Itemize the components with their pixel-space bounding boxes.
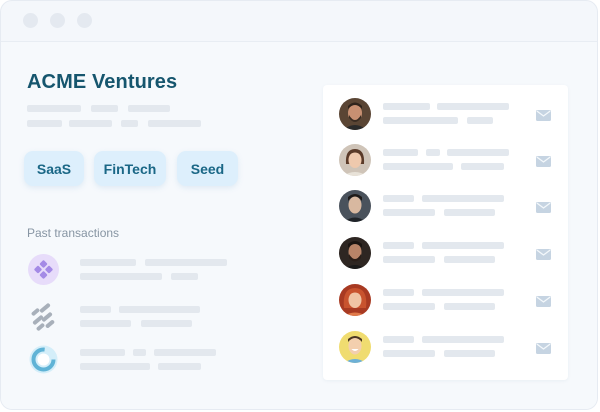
text-placeholder xyxy=(444,350,495,357)
contact-row[interactable] xyxy=(323,278,568,322)
text-placeholder xyxy=(383,195,414,202)
tag-fintech[interactable]: FinTech xyxy=(94,151,166,186)
app-window: ACME Ventures SaaS FinTech Seed Past tra… xyxy=(0,0,598,410)
tag-label: SaaS xyxy=(36,160,72,177)
text-placeholder xyxy=(383,336,414,343)
text-placeholder xyxy=(80,320,131,327)
company-name: ACME Ventures xyxy=(27,71,178,93)
text-placeholder xyxy=(383,289,414,296)
text-placeholder xyxy=(148,120,201,127)
text-placeholder xyxy=(383,256,435,263)
avatar-woman-bob xyxy=(339,144,371,176)
mail-icon[interactable] xyxy=(536,247,551,260)
mail-icon[interactable] xyxy=(536,294,551,307)
avatar-woman-red-hair xyxy=(339,284,371,316)
tag-label: Seed xyxy=(190,160,225,177)
text-placeholder xyxy=(422,195,504,202)
text-placeholder xyxy=(383,103,430,110)
avatar-man-beard-2 xyxy=(339,237,371,269)
text-placeholder xyxy=(145,259,227,266)
text-placeholder xyxy=(141,320,192,327)
text-placeholder xyxy=(444,256,495,263)
text-placeholder xyxy=(154,349,216,356)
text-placeholder xyxy=(444,209,495,216)
avatar-man-beard xyxy=(339,98,371,130)
text-placeholder xyxy=(80,363,150,370)
text-placeholder xyxy=(80,273,162,280)
grid-stripes-logo xyxy=(28,301,59,332)
tag-saas[interactable]: SaaS xyxy=(24,151,84,186)
close-dot[interactable] xyxy=(23,13,38,28)
contact-row[interactable] xyxy=(323,138,568,182)
mail-icon[interactable] xyxy=(536,341,551,354)
text-placeholder xyxy=(80,259,136,266)
tag-label: FinTech xyxy=(103,160,157,177)
text-placeholder xyxy=(119,306,200,313)
text-placeholder xyxy=(383,303,435,310)
text-placeholder xyxy=(467,117,493,124)
text-placeholder xyxy=(383,149,418,156)
text-placeholder xyxy=(426,149,440,156)
text-placeholder xyxy=(80,306,111,313)
text-placeholder xyxy=(133,349,146,356)
text-placeholder xyxy=(383,117,458,124)
mail-icon[interactable] xyxy=(536,108,551,121)
text-placeholder xyxy=(461,163,504,170)
contact-row[interactable] xyxy=(323,325,568,369)
text-placeholder xyxy=(383,209,435,216)
text-placeholder xyxy=(383,350,435,357)
contact-row[interactable] xyxy=(323,231,568,275)
text-placeholder xyxy=(91,105,118,112)
ring-logo xyxy=(28,344,59,375)
past-transactions-label: Past transactions xyxy=(27,226,120,240)
text-placeholder xyxy=(422,242,504,249)
text-placeholder xyxy=(447,149,509,156)
text-placeholder xyxy=(422,289,504,296)
text-placeholder xyxy=(121,120,138,127)
text-placeholder xyxy=(171,273,198,280)
text-placeholder xyxy=(444,303,495,310)
contacts-panel xyxy=(323,85,568,380)
maximize-dot[interactable] xyxy=(77,13,92,28)
contact-row[interactable] xyxy=(323,184,568,228)
text-placeholder xyxy=(158,363,201,370)
text-placeholder xyxy=(27,105,81,112)
text-placeholder xyxy=(383,163,453,170)
purple-diamond-logo xyxy=(28,254,59,285)
mail-icon[interactable] xyxy=(536,200,551,213)
text-placeholder xyxy=(80,349,125,356)
tag-seed[interactable]: Seed xyxy=(177,151,238,186)
avatar-man-dark xyxy=(339,190,371,222)
text-placeholder xyxy=(437,103,509,110)
text-placeholder xyxy=(27,120,62,127)
text-placeholder xyxy=(128,105,170,112)
avatar-man-smiling xyxy=(339,331,371,363)
text-placeholder xyxy=(69,120,112,127)
mail-icon[interactable] xyxy=(536,154,551,167)
contact-row[interactable] xyxy=(323,92,568,136)
text-placeholder xyxy=(422,336,504,343)
text-placeholder xyxy=(383,242,414,249)
minimize-dot[interactable] xyxy=(50,13,65,28)
title-bar xyxy=(1,1,597,42)
